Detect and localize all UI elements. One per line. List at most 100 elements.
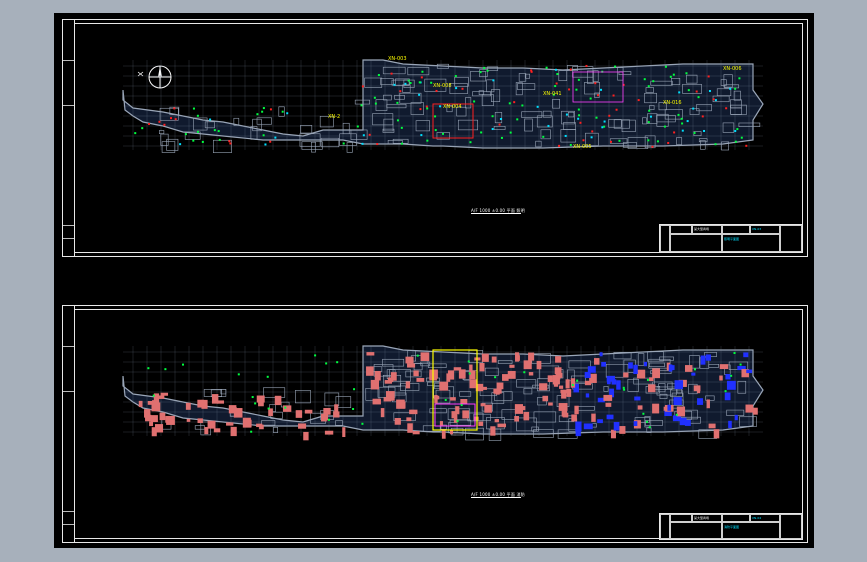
sprinkler-head [325, 362, 328, 365]
sprinkler-head [352, 408, 355, 411]
light-fixture [697, 96, 700, 99]
room-partition [300, 125, 313, 134]
fire-zone-block [366, 352, 375, 356]
light-fixture [603, 120, 606, 123]
sprinkler-head [730, 374, 733, 377]
fire-zone-block [705, 354, 711, 361]
light-fixture [736, 128, 739, 131]
room-label: XN-006 [723, 66, 742, 72]
light-fixture [393, 83, 396, 86]
light-fixture [738, 77, 741, 80]
fire-zone-block [557, 373, 561, 380]
fire-zone-block [372, 398, 381, 405]
sprinkler-head [523, 371, 526, 374]
fire-zone-block [497, 423, 507, 428]
sprinkler-head [416, 354, 419, 357]
light-fixture [170, 117, 173, 120]
fire-zone-block [469, 370, 476, 380]
light-fixture [681, 129, 684, 132]
fire-zone-block [159, 412, 166, 421]
light-fixture [483, 66, 486, 69]
room-label: XN-004 [443, 104, 462, 110]
fire-zone-block [282, 405, 292, 412]
fire-zone-block [726, 380, 736, 390]
light-fixture [568, 88, 571, 91]
fire-zone-block [719, 364, 729, 370]
sprinkler-head [237, 373, 240, 376]
fire-zone-block [514, 416, 520, 422]
light-fixture [425, 105, 428, 108]
fire-zone-block [151, 427, 157, 437]
light-fixture [461, 87, 464, 90]
light-fixture [585, 64, 588, 67]
sprinkler-head [467, 360, 470, 363]
light-fixture [680, 117, 683, 120]
fire-zone-block [565, 379, 570, 389]
fire-zone-block [601, 361, 606, 367]
fire-zone-block [213, 428, 221, 433]
fire-zone-block [207, 420, 216, 429]
fire-zone-block [693, 385, 701, 392]
fire-zone-block [587, 366, 596, 373]
sprinkler-head [724, 390, 727, 393]
fire-zone-block [416, 377, 425, 382]
fire-zone-block [591, 413, 596, 422]
light-fixture [217, 130, 220, 133]
light-fixture [499, 118, 502, 121]
light-fixture [455, 87, 458, 90]
light-fixture [228, 140, 231, 143]
light-fixture [612, 94, 615, 97]
light-fixture [609, 140, 612, 143]
room-partition [256, 117, 272, 125]
sprinkler-head [646, 420, 649, 423]
light-fixture [651, 145, 654, 148]
light-fixture [400, 126, 403, 129]
fire-zone-block [708, 423, 716, 429]
light-fixture [591, 130, 594, 133]
room-label: XN-005 [573, 144, 592, 150]
drawing-viewport[interactable]: XN-003 XN-004 XN-008 XN-2 XN-041 XN-005 XN-016… [54, 13, 814, 548]
fire-zone-block [462, 410, 470, 419]
light-fixture [594, 82, 597, 85]
fire-zone-block [570, 378, 576, 388]
fire-zone-block [547, 375, 553, 383]
fire-zone-block [405, 381, 411, 389]
light-fixture [597, 94, 600, 97]
sprinkler-head [576, 379, 579, 382]
fire-zone-block [528, 352, 535, 361]
fire-zone-block [674, 380, 684, 390]
title-block-drawing: 消防平面图 [724, 525, 740, 529]
light-fixture [589, 97, 592, 100]
fire-zone-block [258, 396, 264, 407]
sprinkler-head [361, 422, 364, 425]
fire-zone-block [491, 356, 497, 363]
fire-zone-block [559, 385, 564, 389]
fire-zone-block [494, 419, 499, 423]
sprinkler-head [733, 352, 736, 355]
light-fixture [192, 107, 195, 110]
light-fixture [556, 73, 559, 76]
fire-zone-block [230, 429, 235, 436]
light-fixture [600, 88, 603, 91]
fire-zone-block [743, 352, 749, 358]
sprinkler-head [494, 376, 497, 379]
fire-zone-block [558, 403, 568, 411]
title-block-code: XN-04 [752, 516, 762, 520]
light-fixture [229, 142, 232, 145]
room-partition [346, 142, 353, 153]
fire-zone-block [434, 394, 438, 404]
fire-zone-block [606, 414, 614, 420]
fire-zone-block [446, 373, 451, 382]
fire-zone-block [460, 399, 468, 405]
light-fixture [712, 98, 715, 101]
light-fixture [601, 126, 604, 129]
fire-zone-block [745, 404, 754, 413]
light-fixture [637, 99, 640, 102]
fire-zone-block [323, 410, 329, 421]
light-fixture [262, 107, 265, 110]
light-fixture [513, 101, 516, 104]
sprinkler-head [251, 396, 254, 399]
light-fixture [695, 90, 698, 93]
fire-zone-block [342, 427, 346, 438]
light-fixture [708, 90, 711, 93]
